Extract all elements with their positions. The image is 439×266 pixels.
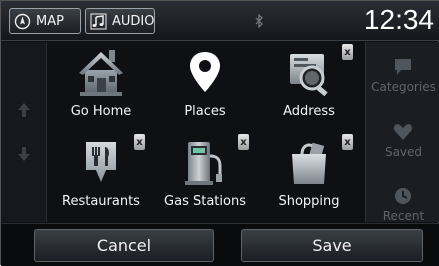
clock-icon bbox=[395, 188, 411, 204]
sidebar-item-label: Recent bbox=[382, 209, 425, 223]
bottom-bar: Cancel Save bbox=[1, 223, 439, 266]
map-button-label: MAP bbox=[36, 13, 64, 29]
shopping-bag-icon bbox=[292, 142, 326, 184]
grid-item-label: Address bbox=[283, 104, 335, 119]
grid-item-go-home[interactable]: Go Home bbox=[49, 42, 153, 132]
clock: 12:34 bbox=[363, 4, 434, 35]
grid-item-label: Go Home bbox=[70, 104, 132, 119]
grid-item-places[interactable]: Places bbox=[153, 42, 257, 132]
map-button[interactable]: MAP bbox=[9, 8, 81, 34]
delete-badge[interactable]: x bbox=[342, 44, 353, 60]
sidebar-item-categories[interactable]: Categories bbox=[366, 52, 439, 102]
grid-item-label: Gas Stations bbox=[164, 194, 246, 209]
cancel-button[interactable]: Cancel bbox=[34, 229, 214, 262]
gas-pump-icon bbox=[185, 142, 222, 185]
compass-icon bbox=[14, 13, 31, 30]
top-bar: MAP AUDIO 12:34 bbox=[1, 1, 439, 41]
grid-item-label: Restaurants bbox=[62, 194, 140, 209]
audio-button-label: AUDIO bbox=[112, 13, 155, 29]
sidebar-item-label: Categories bbox=[371, 80, 436, 94]
map-pin-icon bbox=[190, 52, 220, 92]
house-icon bbox=[79, 50, 123, 96]
music-note-icon bbox=[90, 13, 107, 30]
heart-icon bbox=[393, 124, 413, 140]
save-button[interactable]: Save bbox=[241, 229, 423, 262]
right-sidebar: Categories Saved Recent bbox=[365, 42, 439, 223]
delete-badge[interactable]: x bbox=[134, 134, 145, 150]
restaurant-icon bbox=[86, 142, 116, 182]
sidebar-item-saved[interactable]: Saved bbox=[366, 117, 439, 167]
grid-item-label: Places bbox=[184, 104, 226, 119]
address-book-icon bbox=[290, 54, 328, 97]
flag-icon bbox=[395, 59, 411, 75]
bluetooth-icon bbox=[255, 14, 263, 28]
delete-badge[interactable]: x bbox=[238, 134, 249, 150]
sidebar-item-label: Saved bbox=[384, 145, 423, 159]
grid-item-label: Shopping bbox=[278, 194, 340, 209]
grid-item-address[interactable]: x Address bbox=[257, 42, 361, 132]
delete-badge[interactable]: x bbox=[342, 134, 353, 150]
scroll-strip bbox=[1, 42, 47, 222]
grid-item-restaurants[interactable]: x Restaurants bbox=[49, 132, 153, 222]
scroll-down-icon[interactable] bbox=[17, 146, 31, 162]
destination-grid: Go Home Places x Address x Restaurants x… bbox=[49, 42, 363, 222]
grid-item-gas-stations[interactable]: x Gas Stations bbox=[153, 132, 257, 222]
grid-item-shopping[interactable]: x Shopping bbox=[257, 132, 361, 222]
audio-button[interactable]: AUDIO bbox=[85, 8, 155, 34]
nav-screen: MAP AUDIO 12:34 Go Home Places x Address… bbox=[0, 0, 439, 266]
scroll-up-icon[interactable] bbox=[17, 102, 31, 118]
